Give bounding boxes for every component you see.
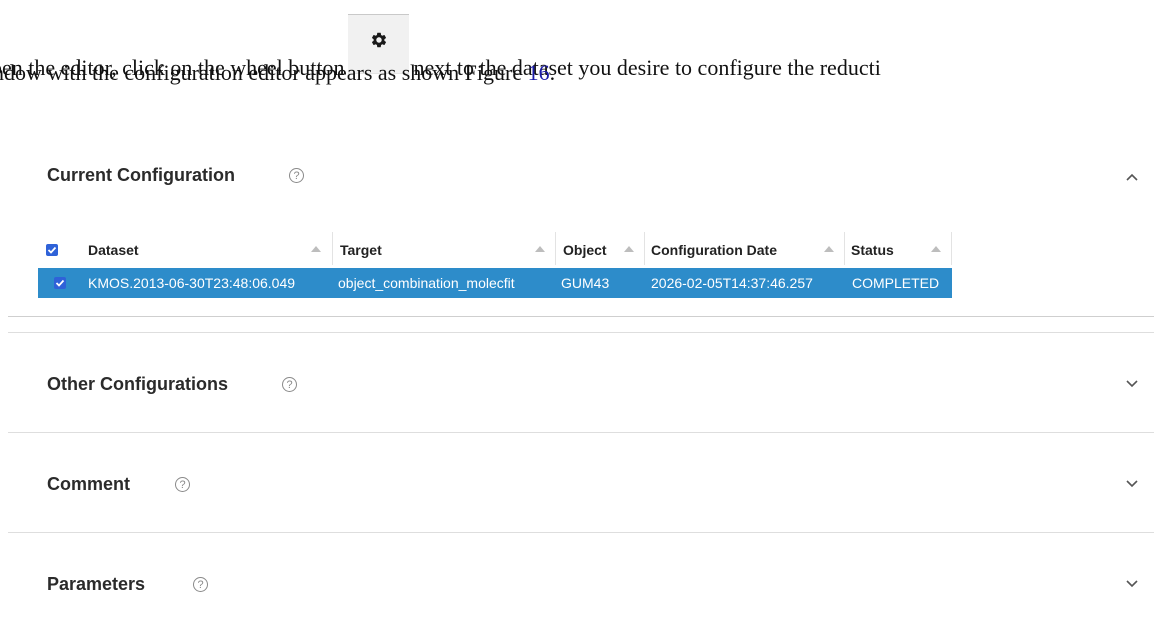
column-header-target[interactable]: Target [340,237,382,263]
gear-icon [372,32,387,48]
cell-status[interactable]: COMPLETED [852,268,939,298]
cell-object[interactable]: GUM43 [561,268,609,298]
sort-arrow-icon[interactable] [624,246,634,252]
column-header-object[interactable]: Object [563,237,607,263]
divider [8,432,1154,433]
parameters-title: Parameters [47,574,146,594]
sort-arrow-icon[interactable] [311,246,321,252]
column-separator [555,232,556,265]
column-separator [644,232,645,265]
sort-arrow-icon[interactable] [824,246,834,252]
cell-target[interactable]: object_combination_molecfit [338,268,515,298]
divider [8,532,1154,533]
help-circle-icon[interactable]: ? [282,377,297,392]
comment-title: Comment [47,474,131,494]
select-all-checkbox[interactable] [46,244,58,256]
help-circle-icon[interactable]: ? [193,577,208,592]
doc-text: ndow with the configuration editor appea… [0,60,528,85]
column-separator [844,232,845,265]
column-header-dataset[interactable]: Dataset [88,237,139,263]
column-header-configuration-date[interactable]: Configuration Date [651,237,777,263]
row-checkbox[interactable] [54,277,66,289]
doc-text: . [549,60,556,85]
figure-link[interactable]: 16 [528,60,550,85]
doc-paragraph-line-2: ndow with the configuration editor appea… [0,60,555,86]
column-header-status[interactable]: Status [851,237,894,263]
chevron-up-icon[interactable] [1124,172,1140,182]
sort-arrow-icon[interactable] [535,246,545,252]
cell-dataset[interactable]: KMOS.2013-06-30T23:48:06.049 [88,268,295,298]
help-circle-icon[interactable]: ? [289,168,304,183]
column-separator [951,232,952,265]
sort-arrow-icon[interactable] [931,246,941,252]
current-configuration-title: Current Configuration [47,165,235,185]
cell-configuration-date[interactable]: 2026-02-05T14:37:46.257 [651,268,813,298]
divider [8,316,1154,317]
chevron-down-icon[interactable] [1124,578,1140,588]
column-separator [332,232,333,265]
chevron-down-icon[interactable] [1124,478,1140,488]
chevron-down-icon[interactable] [1124,378,1140,388]
checkbox-checked-icon [55,279,65,287]
divider [8,332,1154,333]
help-circle-icon[interactable]: ? [175,477,190,492]
checkbox-checked-icon [47,246,57,254]
other-configurations-title: Other Configurations [47,374,228,394]
